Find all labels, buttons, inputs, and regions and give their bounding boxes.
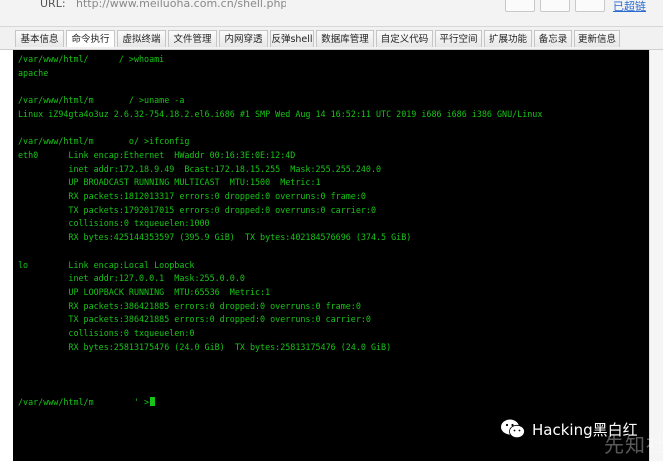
terminal-line: TX packets:1792017015 errors:0 dropped:0… — [18, 204, 376, 215]
terminal-line: inet addr:172.18.9.49 Bcast:172.18.15.25… — [18, 163, 382, 174]
terminal-line: collisions:0 txqueuelen:1000 — [18, 218, 210, 229]
terminal-line: /var/www/html/m / >uname -a — [18, 95, 185, 106]
top-link[interactable]: 已超链 — [613, 0, 646, 14]
watermark-logo-text: 先知社区 — [604, 433, 663, 457]
tab-basic-info[interactable]: 基本信息 — [15, 30, 64, 47]
terminal-line: /var/www/html/m o/ >ifconfig — [18, 136, 190, 147]
tab-command-exec[interactable]: 命令执行 — [66, 30, 115, 47]
watermark: Hacking黑白红 先知社区 — [500, 415, 663, 457]
terminal-line: RX bytes:425144353597 (395.9 GiB) TX byt… — [18, 232, 412, 243]
scrollbar[interactable] — [649, 50, 663, 461]
terminal-output[interactable]: /var/www/html/ / >whoami apache/var/www/h… — [13, 50, 649, 461]
url-bar: URL: http://www.meiluoha.com.cn/shell.ph… — [0, 0, 663, 27]
toolbar-button-2[interactable] — [540, 0, 570, 12]
url-label: URL: — [40, 0, 66, 10]
tab-update-info[interactable]: 更新信息 — [574, 30, 620, 47]
terminal-line: /var/www/html/m ' > — [18, 396, 156, 407]
url-input[interactable]: http://www.meiluoha.com.cn/shell.php — [76, 0, 286, 10]
tab-virtual-terminal[interactable]: 虚拟终端 — [117, 30, 166, 47]
toolbar-button-1[interactable] — [505, 0, 535, 12]
terminal-line: UP LOOPBACK RUNNING MTU:65536 Metric:1 — [18, 286, 271, 297]
terminal-line: RX packets:1812013317 errors:0 dropped:0… — [18, 191, 366, 201]
terminal-line: UP BROADCAST RUNNING MULTICAST MTU:1500 … — [18, 177, 321, 188]
terminal-line: lo Link encap:Local Loopback — [18, 259, 195, 270]
terminal-line: /var/www/html/ / >whoami — [18, 54, 165, 64]
terminal-line: inet addr:127.0.0.1 Mask:255.0.0.0 — [18, 273, 245, 284]
terminal-line: collisions:0 txqueuelen:0 — [18, 328, 195, 338]
tab-bar: 基本信息 命令执行 虚拟终端 文件管理 内网穿透 反弹shell 数据库管理 自… — [0, 27, 663, 50]
tab-reverse-shell[interactable]: 反弹shell — [270, 30, 314, 47]
terminal-line: apache — [18, 67, 49, 78]
tab-file-manager[interactable]: 文件管理 — [168, 30, 217, 47]
terminal-line: Linux iZ94gta4o3uz 2.6.32-754.18.2.el6.i… — [18, 108, 543, 119]
toolbar-button-3[interactable] — [575, 0, 605, 12]
tab-extensions[interactable]: 扩展功能 — [484, 30, 532, 47]
wechat-icon — [501, 419, 525, 439]
terminal-line: RX bytes:25813175476 (24.0 GiB) TX bytes… — [18, 341, 392, 352]
tab-custom-code[interactable]: 自定义代码 — [376, 30, 433, 47]
terminal-line: eth0 Link encap:Ethernet HWaddr 00:16:3E… — [18, 149, 296, 160]
terminal-line: TX packets:386421885 errors:0 dropped:0 … — [18, 314, 371, 325]
tab-database[interactable]: 数据库管理 — [316, 30, 374, 47]
tab-parallel-space[interactable]: 平行空间 — [435, 30, 482, 47]
terminal-line: RX packets:386421885 errors:0 dropped:0 … — [18, 300, 361, 311]
terminal-cursor — [150, 396, 156, 406]
tab-intranet-tunnel[interactable]: 内网穿透 — [219, 30, 268, 47]
tab-memo[interactable]: 备忘录 — [534, 30, 572, 47]
